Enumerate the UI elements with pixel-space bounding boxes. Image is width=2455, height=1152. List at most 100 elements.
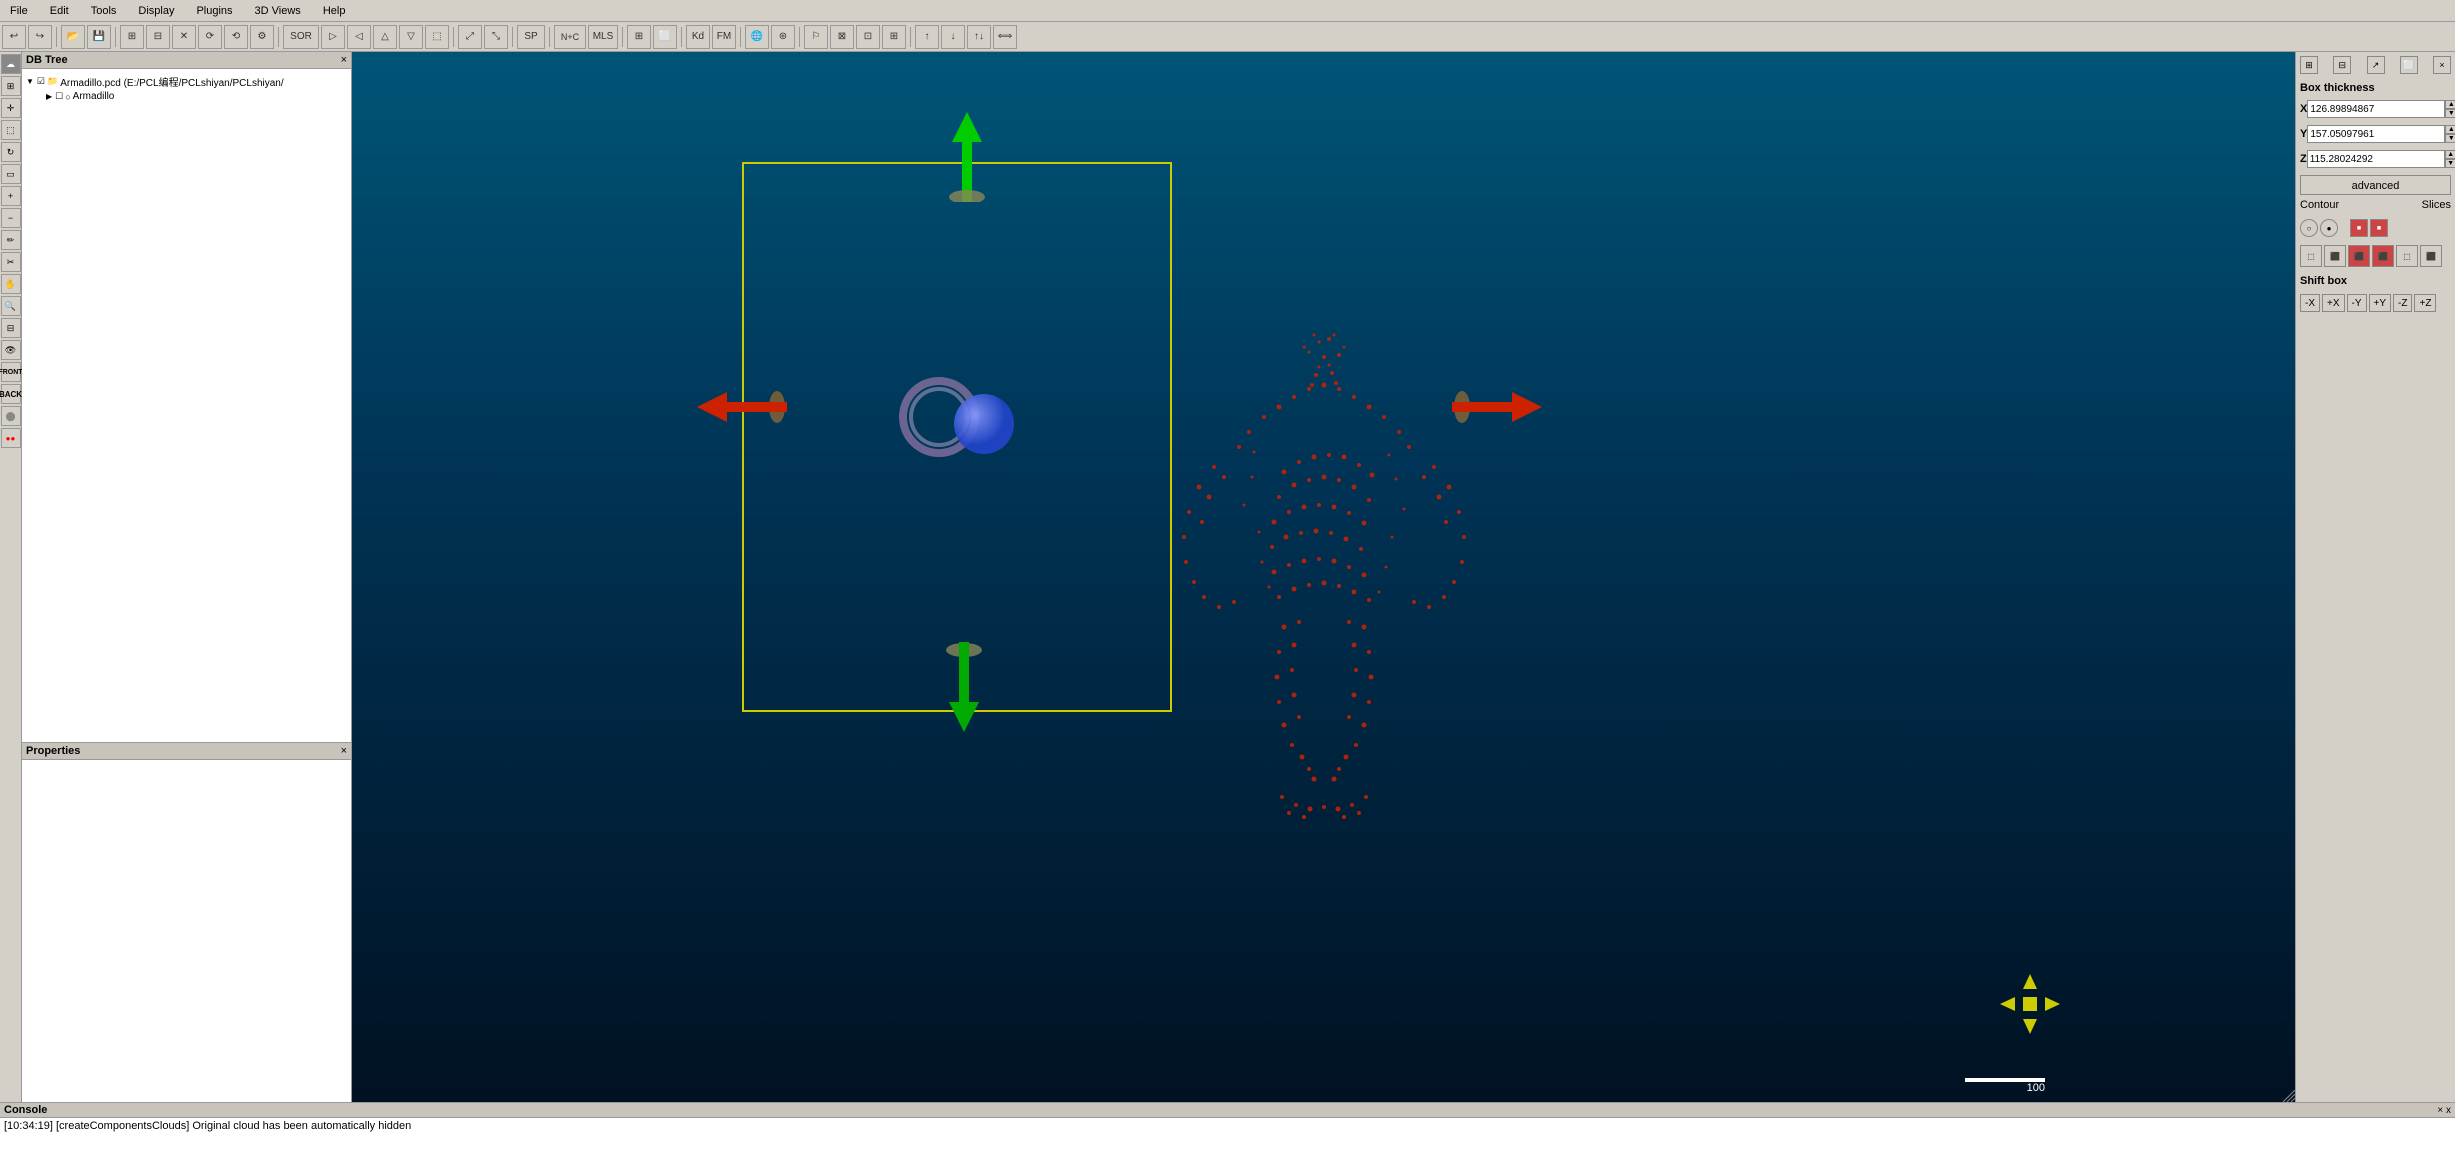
- props-close-btn[interactable]: ×: [341, 745, 347, 757]
- menu-file[interactable]: File: [4, 3, 34, 19]
- rp-btn-2[interactable]: ⊟: [2333, 56, 2351, 74]
- left-icon-back[interactable]: BACK: [1, 384, 21, 404]
- left-icon-move[interactable]: ✛: [1, 98, 21, 118]
- ri-btn-6[interactable]: ⬛: [2420, 245, 2442, 267]
- tree-item-root[interactable]: ▼ ☑ 📁 Armadillo.pcd (E:/PCL编程/PCLshiyan/…: [26, 73, 347, 90]
- sphere-handle[interactable]: [952, 392, 1017, 460]
- toolbar-b2[interactable]: ⊟: [146, 25, 170, 49]
- y-spin-dn[interactable]: ▼: [2445, 134, 2455, 143]
- toolbar-b12[interactable]: ⤢: [458, 25, 482, 49]
- left-icon-plus[interactable]: +: [1, 186, 21, 206]
- toolbar-b17[interactable]: ⊛: [771, 25, 795, 49]
- toolbar-save[interactable]: 💾: [87, 25, 111, 49]
- toolbar-b4[interactable]: ⟳: [198, 25, 222, 49]
- shift-minus-x[interactable]: -X: [2300, 294, 2320, 312]
- tree-checkbox-root[interactable]: ☑: [37, 76, 45, 87]
- arrow-up-handle[interactable]: [942, 112, 992, 205]
- contour-circle-filled[interactable]: ●: [2320, 219, 2338, 237]
- y-spin-up[interactable]: ▲: [2445, 125, 2455, 134]
- left-icon-circle2[interactable]: ●●: [1, 428, 21, 448]
- toolbar-b3[interactable]: ✕: [172, 25, 196, 49]
- toolbar-b8[interactable]: ◁: [347, 25, 371, 49]
- rp-btn-3[interactable]: ↗: [2367, 56, 2385, 74]
- toolbar-b13[interactable]: ⤡: [484, 25, 508, 49]
- menu-help[interactable]: Help: [317, 3, 352, 19]
- ri-btn-5[interactable]: ⬚: [2396, 245, 2418, 267]
- toolbar-b14[interactable]: ⊞: [627, 25, 651, 49]
- toolbar-open[interactable]: 📂: [61, 25, 85, 49]
- shift-plus-y[interactable]: +Y: [2369, 294, 2392, 312]
- shift-minus-y[interactable]: -Y: [2347, 294, 2367, 312]
- tree-checkbox-child[interactable]: ☐: [55, 91, 63, 102]
- toolbar-fm[interactable]: FM: [712, 25, 736, 49]
- toolbar-b25[interactable]: ⟺: [993, 25, 1017, 49]
- toolbar-redo[interactable]: ↪: [28, 25, 52, 49]
- z-spin-up[interactable]: ▲: [2445, 150, 2455, 159]
- menu-display[interactable]: Display: [132, 3, 180, 19]
- left-icon-front[interactable]: FRONT: [1, 362, 21, 382]
- rp-btn-1[interactable]: ⊞: [2300, 56, 2318, 74]
- toolbar-undo[interactable]: ↩: [2, 25, 26, 49]
- toolbar-b5[interactable]: ⟲: [224, 25, 248, 49]
- x-spin-dn[interactable]: ▼: [2445, 109, 2455, 118]
- left-icon-rotate[interactable]: ↻: [1, 142, 21, 162]
- y-input[interactable]: [2307, 125, 2445, 143]
- advanced-button[interactable]: advanced: [2300, 175, 2451, 195]
- toolbar-b10[interactable]: ▽: [399, 25, 423, 49]
- shift-minus-z[interactable]: -Z: [2393, 294, 2412, 312]
- tree-content[interactable]: ▼ ☑ 📁 Armadillo.pcd (E:/PCL编程/PCLshiyan/…: [22, 69, 351, 742]
- toolbar-nc[interactable]: N+C: [554, 25, 586, 49]
- toolbar-sor[interactable]: SOR: [283, 25, 319, 49]
- z-input[interactable]: [2307, 150, 2445, 168]
- arrow-down-handle[interactable]: [937, 642, 992, 735]
- toolbar-b1[interactable]: ⊞: [120, 25, 144, 49]
- toolbar-b24[interactable]: ↑↓: [967, 25, 991, 49]
- toolbar-sp[interactable]: SP: [517, 25, 545, 49]
- left-icon-circle1[interactable]: ⬤: [1, 406, 21, 426]
- shift-plus-z[interactable]: +Z: [2414, 294, 2436, 312]
- ri-btn-4[interactable]: ⬛: [2372, 245, 2394, 267]
- toolbar-b19[interactable]: ⊠: [830, 25, 854, 49]
- ri-btn-1[interactable]: ⬚: [2300, 245, 2322, 267]
- toolbar-b11[interactable]: ⬚: [425, 25, 449, 49]
- left-icon-pan[interactable]: ✋: [1, 274, 21, 294]
- resize-corner[interactable]: [2283, 1090, 2293, 1100]
- toolbar-b20[interactable]: ⊡: [856, 25, 880, 49]
- toolbar-b21[interactable]: ⊞: [882, 25, 906, 49]
- toolbar-b6[interactable]: ⚙: [250, 25, 274, 49]
- left-icon-cloud[interactable]: ☁: [1, 54, 21, 74]
- left-icon-brush[interactable]: ✏: [1, 230, 21, 250]
- contour-circle-empty[interactable]: ○: [2300, 219, 2318, 237]
- toolbar-b22[interactable]: ↑: [915, 25, 939, 49]
- ri-btn-2[interactable]: ⬛: [2324, 245, 2346, 267]
- menu-tools[interactable]: Tools: [85, 3, 123, 19]
- rp-btn-4[interactable]: ⬜: [2400, 56, 2418, 74]
- toolbar-b23[interactable]: ↓: [941, 25, 965, 49]
- x-spin-up[interactable]: ▲: [2445, 100, 2455, 109]
- slices-icon-red2[interactable]: ■: [2370, 219, 2388, 237]
- tree-item-armadillo[interactable]: ▶ ☐ ○ Armadillo: [26, 90, 347, 103]
- left-icon-scale[interactable]: ⊞: [1, 76, 21, 96]
- arrow-right-handle[interactable]: [1452, 382, 1542, 435]
- x-input[interactable]: [2307, 100, 2445, 118]
- move-gizmo[interactable]: [1995, 969, 2065, 1042]
- toolbar-b18[interactable]: ⚐: [804, 25, 828, 49]
- z-spin-dn[interactable]: ▼: [2445, 159, 2455, 168]
- left-icon-zoom[interactable]: 🔍: [1, 296, 21, 316]
- tree-close-btn[interactable]: ×: [341, 54, 347, 66]
- toolbar-b9[interactable]: △: [373, 25, 397, 49]
- toolbar-b7[interactable]: ▷: [321, 25, 345, 49]
- arrow-left-handle[interactable]: [697, 382, 787, 435]
- menu-edit[interactable]: Edit: [44, 3, 75, 19]
- shift-plus-x[interactable]: +X: [2322, 294, 2345, 312]
- toolbar-mls[interactable]: MLS: [588, 25, 618, 49]
- menu-plugins[interactable]: Plugins: [190, 3, 238, 19]
- rp-btn-5[interactable]: ×: [2433, 56, 2451, 74]
- left-icon-select[interactable]: ⬚: [1, 120, 21, 140]
- ri-btn-3[interactable]: ⬛: [2348, 245, 2370, 267]
- toolbar-b15[interactable]: ⬜: [653, 25, 677, 49]
- left-icon-layers[interactable]: ⊟: [1, 318, 21, 338]
- left-icon-scissors[interactable]: ✂: [1, 252, 21, 272]
- left-icon-slice[interactable]: ▭: [1, 164, 21, 184]
- left-icon-minus[interactable]: −: [1, 208, 21, 228]
